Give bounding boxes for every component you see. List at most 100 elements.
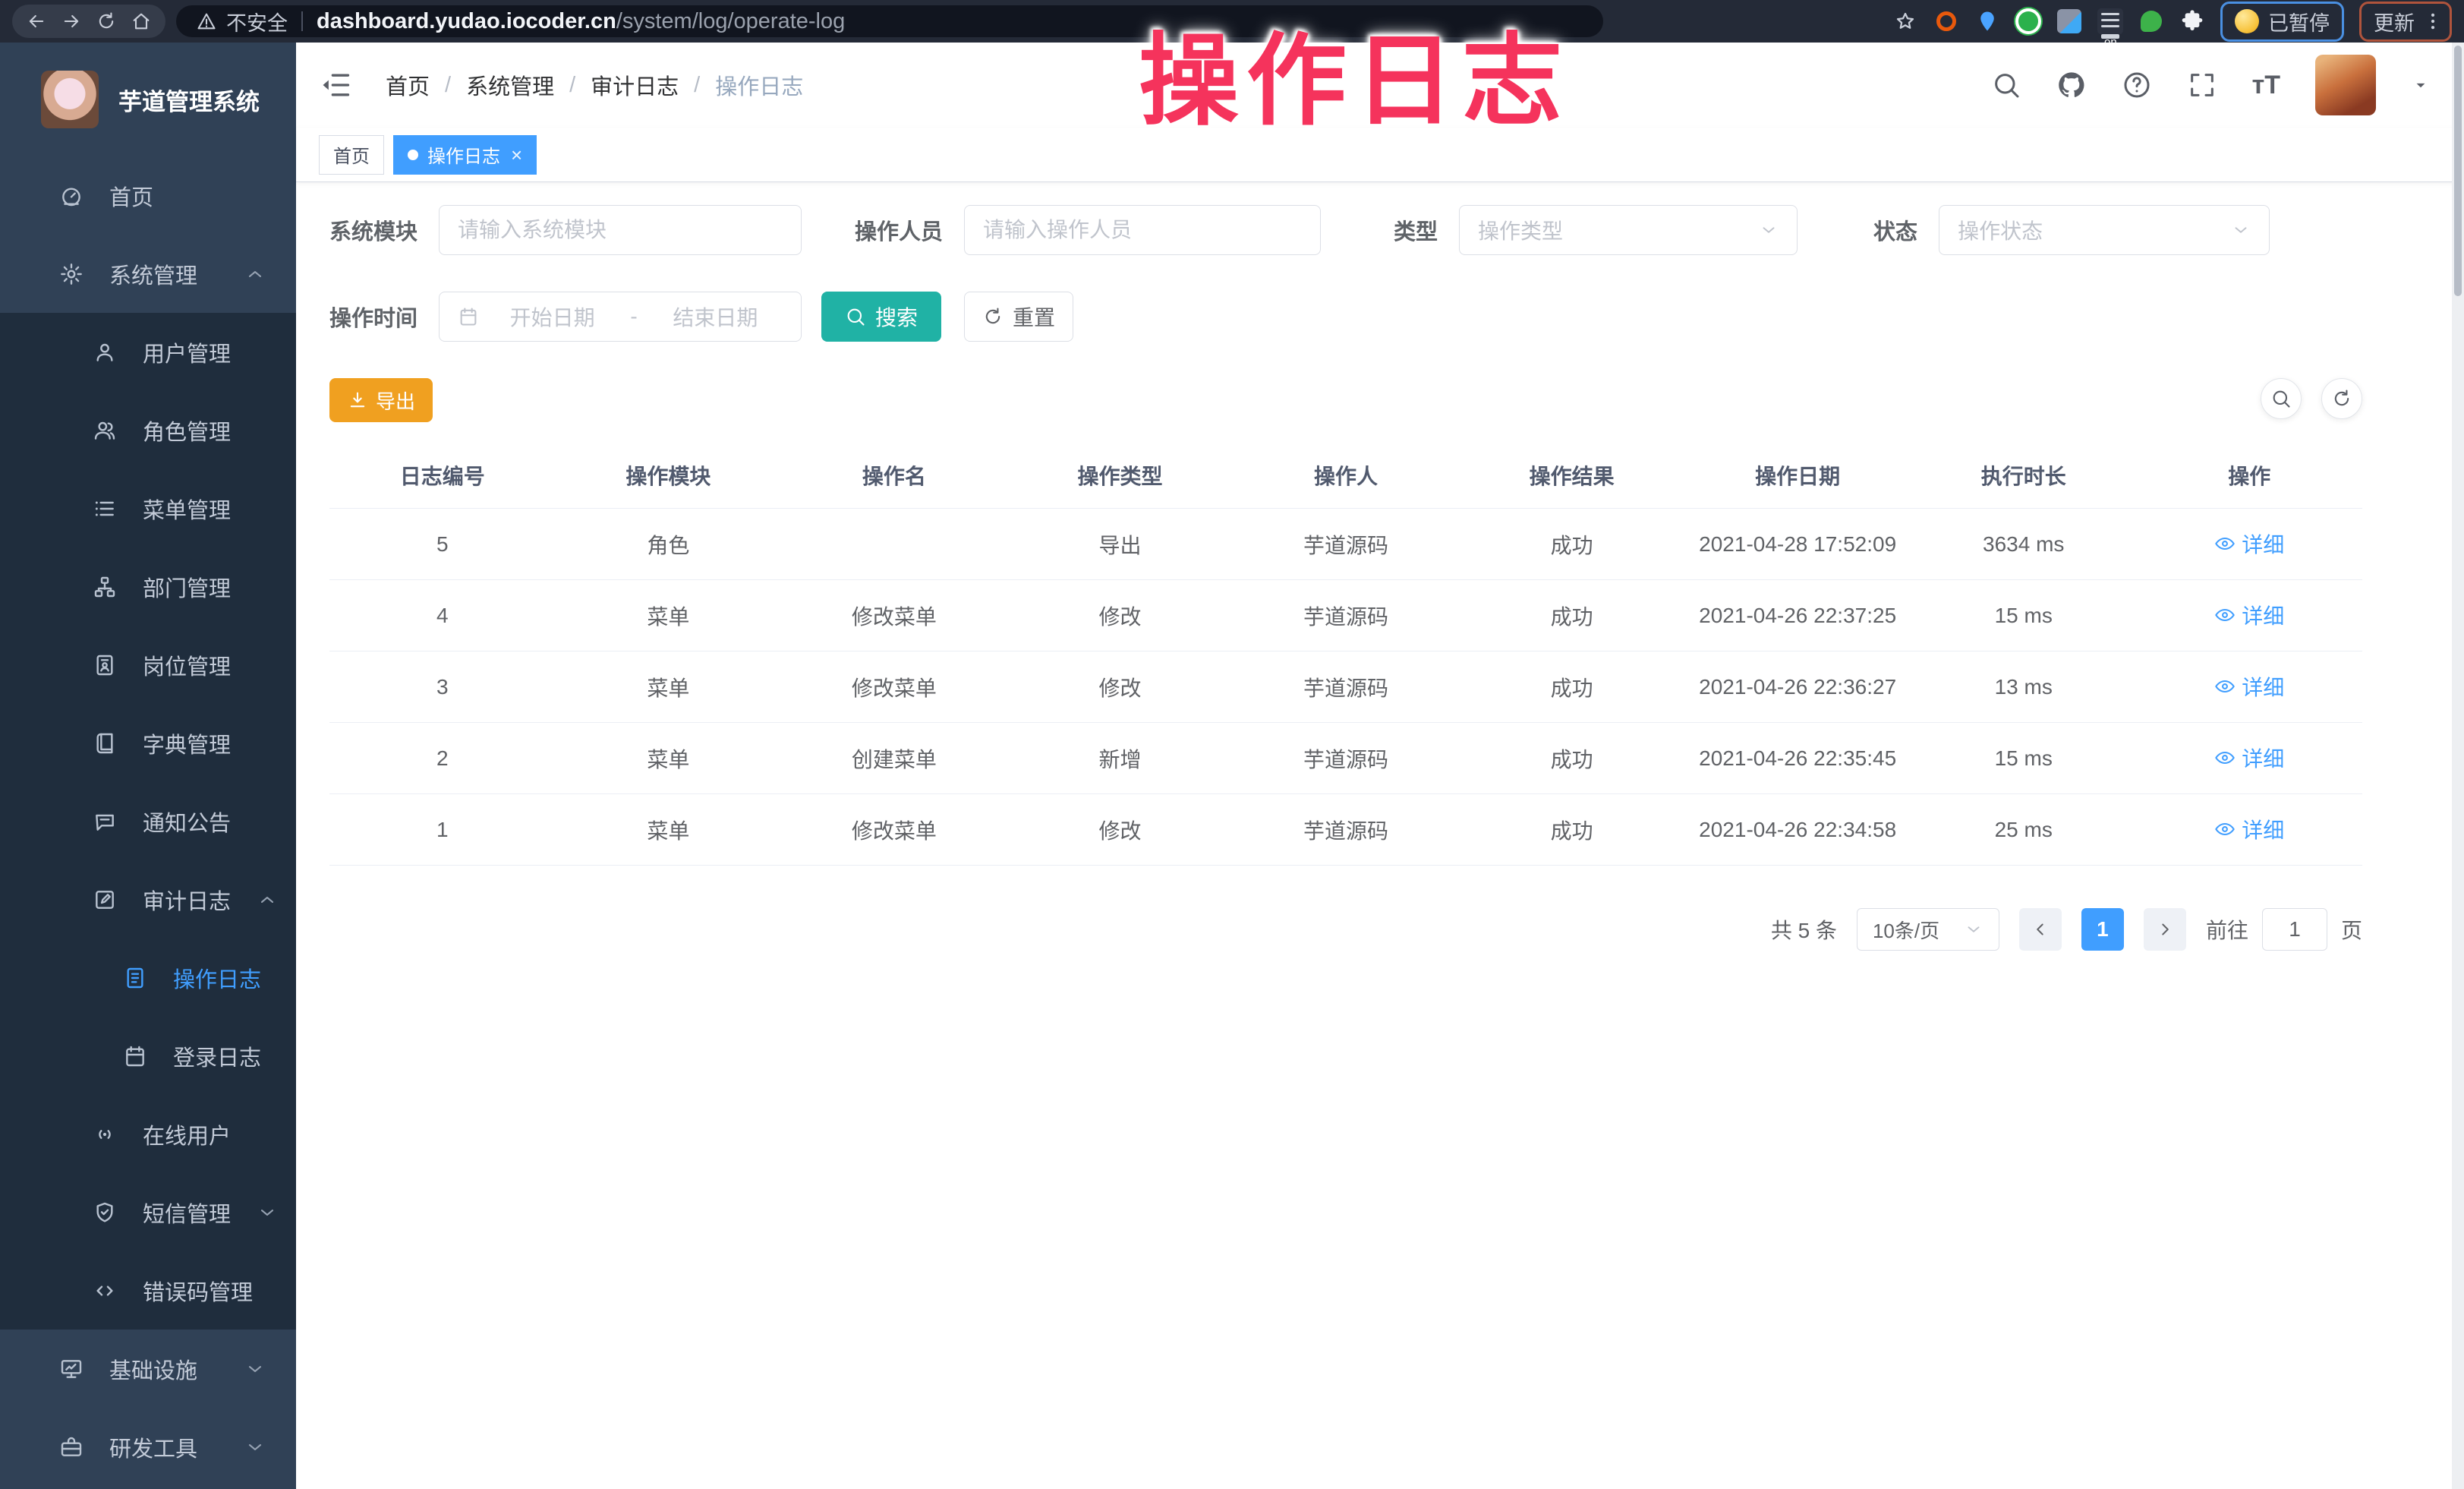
cell-id: 2 [329,746,556,771]
table-row: 4菜单修改菜单修改芋道源码成功2021-04-26 22:37:2515 ms详… [329,580,2362,651]
status-select[interactable]: 操作状态 [1939,205,2270,255]
star-icon [1894,10,1917,33]
forward-button[interactable] [58,8,85,35]
user-avatar[interactable] [2315,55,2376,115]
sidebar-item-字典管理[interactable]: 字典管理 [0,704,296,782]
sidebar-item-部门管理[interactable]: 部门管理 [0,547,296,626]
extension-green-circle-icon[interactable] [2015,8,2041,34]
toggle-search-button[interactable] [2261,378,2302,419]
search-button[interactable]: 搜索 [821,292,941,342]
detail-link-label: 详细 [2242,814,2284,844]
tag-操作日志[interactable]: 操作日志× [393,135,537,175]
bookmark-star-button[interactable] [1892,8,1918,34]
url-domain: dashboard.yudao.iocoder.cn [317,9,616,34]
help-icon[interactable] [2122,70,2152,100]
home-icon [131,11,152,32]
goto-page-input[interactable] [2262,908,2327,951]
sidebar-item-登录日志[interactable]: 登录日志 [0,1017,296,1095]
extension-pin-icon[interactable] [1974,8,2000,34]
sidebar-item-label: 短信管理 [143,1197,231,1229]
sidebar-logo-row[interactable]: 芋道管理系统 [0,43,296,156]
browser-update-button[interactable]: 更新 [2359,2,2452,42]
back-button[interactable] [23,8,50,35]
scrollbar-thumb[interactable] [2454,46,2462,296]
sidebar-item-基础设施[interactable]: 基础设施 [0,1330,296,1408]
cell-type: 修改 [1007,672,1234,702]
caret-down-icon[interactable] [2411,75,2431,95]
extension-duotone-icon[interactable] [2056,8,2082,34]
page-number-button[interactable]: 1 [2081,908,2124,951]
sidebar-item-通知公告[interactable]: 通知公告 [0,782,296,860]
page-size-select[interactable]: 10条/页 [1857,908,1999,951]
sidebar-item-系统管理[interactable]: 系统管理 [0,235,296,313]
cell-id: 5 [329,532,556,557]
extension-sprout-icon[interactable] [2138,8,2164,34]
security-label: 不安全 [226,7,288,36]
filter-row-2: 操作时间 开始日期 - 结束日期 搜索 重置 [329,292,2362,342]
font-size-icon[interactable]: тT [2252,71,2280,100]
cell-action: 详细 [2137,671,2363,702]
breadcrumb-separator: / [445,73,451,98]
sidebar-item-错误码管理[interactable]: 错误码管理 [0,1251,296,1330]
extensions-puzzle-button[interactable] [2179,8,2205,34]
address-bar[interactable]: 不安全 dashboard.yudao.iocoder.cn /system/l… [176,5,1603,37]
breadcrumb-item[interactable]: 首页 [386,69,430,101]
chevron-up-icon [244,263,266,285]
sidebar-item-菜单管理[interactable]: 菜单管理 [0,469,296,547]
github-icon[interactable] [2056,70,2087,100]
reload-button[interactable] [93,8,120,35]
sidebar-item-短信管理[interactable]: 短信管理 [0,1173,296,1251]
detail-link[interactable]: 详细 [2214,600,2284,630]
home-button[interactable] [128,8,155,35]
operator-input[interactable] [983,218,1302,242]
sidebar-item-首页[interactable]: 首页 [0,156,296,235]
sidebar-item-操作日志[interactable]: 操作日志 [0,939,296,1017]
sidebar-item-研发工具[interactable]: 研发工具 [0,1408,296,1486]
eye-icon [2214,676,2236,697]
prev-page-button[interactable] [2019,908,2062,951]
reset-button[interactable]: 重置 [964,292,1073,342]
users-icon [93,418,117,443]
profile-paused-chip[interactable]: 已暂停 [2220,2,2344,42]
gear-icon [59,262,83,286]
type-label: 类型 [1394,214,1438,246]
sidebar-item-角色管理[interactable]: 角色管理 [0,391,296,469]
search-button-label: 搜索 [875,301,918,332]
cell-action: 详细 [2137,600,2363,631]
sidebar-item-用户管理[interactable]: 用户管理 [0,313,296,391]
window-scrollbar[interactable] [2452,43,2464,1489]
page-content: 系统模块 操作人员 类型 操作类型 状态 操作状态 [296,182,2464,1489]
detail-link[interactable]: 详细 [2214,671,2284,702]
cell-type: 修改 [1007,601,1234,631]
sidebar-item-label: 用户管理 [143,336,231,368]
breadcrumb-item[interactable]: 审计日志 [591,69,679,101]
fullscreen-icon[interactable] [2187,70,2217,100]
module-input[interactable] [458,218,783,242]
type-select[interactable]: 操作类型 [1459,205,1798,255]
sidebar-collapse-button[interactable] [319,68,352,102]
sidebar-item-岗位管理[interactable]: 岗位管理 [0,626,296,704]
forward-icon [61,11,82,32]
detail-link[interactable]: 详细 [2214,528,2284,559]
detail-link[interactable]: 详细 [2214,814,2284,844]
export-button[interactable]: 导出 [329,378,433,422]
sidebar-item-在线用户[interactable]: 在线用户 [0,1095,296,1173]
eye-icon [2214,604,2236,626]
next-page-button[interactable] [2144,908,2186,951]
extension-switch-icon[interactable]: on [2097,8,2123,34]
table-header-cell: 操作人 [1233,460,1459,491]
tag-首页[interactable]: 首页 [319,135,384,175]
date-range-picker[interactable]: 开始日期 - 结束日期 [439,292,802,342]
breadcrumb-item[interactable]: 系统管理 [466,69,554,101]
table-header-row: 日志编号操作模块操作名操作类型操作人操作结果操作日期执行时长操作 [329,442,2362,509]
table-row: 3菜单修改菜单修改芋道源码成功2021-04-26 22:36:2713 ms详… [329,651,2362,723]
extension-orange-ring-icon[interactable] [1933,8,1959,34]
detail-link[interactable]: 详细 [2214,743,2284,773]
refresh-table-button[interactable] [2321,378,2362,419]
tree-icon [93,575,117,599]
tag-close-icon[interactable]: × [511,145,522,165]
search-icon[interactable] [1991,70,2021,100]
table-header-cell: 操作日期 [1684,460,1911,491]
sidebar-item-审计日志[interactable]: 审计日志 [0,860,296,939]
search-icon [2270,388,2292,409]
